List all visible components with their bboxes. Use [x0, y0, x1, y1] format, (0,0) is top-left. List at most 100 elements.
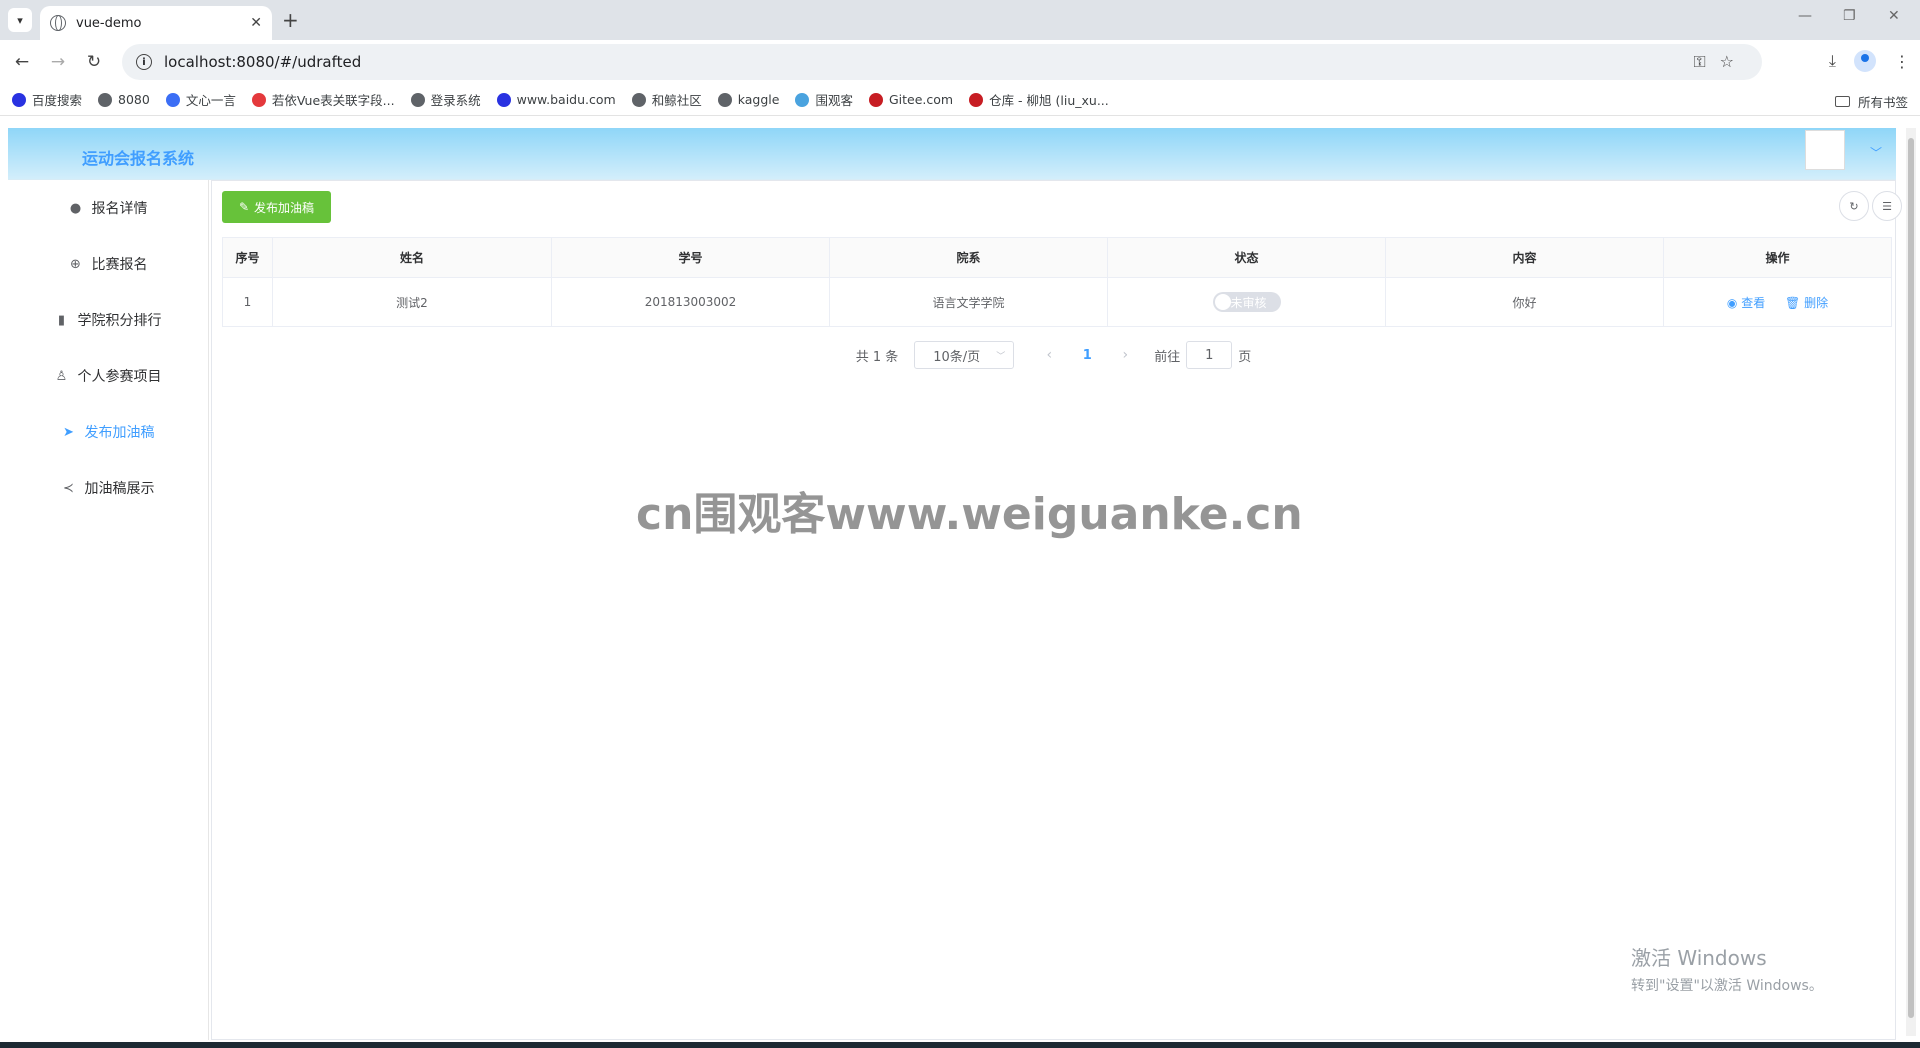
plus-circle-icon: ⊕	[70, 256, 81, 272]
bookmark-label: kaggle	[737, 92, 780, 107]
sidebar-item-label: 发布加油稿	[84, 425, 155, 441]
chevron-down-icon[interactable]: ﹀	[1870, 144, 1882, 161]
window-close-button[interactable]: ✕	[1888, 8, 1900, 24]
col-department: 院系	[829, 237, 1108, 278]
profile-avatar[interactable]	[1854, 50, 1876, 72]
delete-label: 删除	[1804, 295, 1829, 310]
bookmark-favicon-icon	[717, 92, 732, 107]
globe-icon	[50, 15, 66, 31]
bookmark-favicon-icon	[631, 92, 646, 107]
chevron-down-icon: ▾	[17, 13, 23, 27]
download-icon[interactable]: ⤓	[1829, 51, 1836, 71]
column-settings-button[interactable]: ☰	[1872, 191, 1902, 221]
col-name: 姓名	[272, 237, 552, 278]
app-title: 运动会报名系统	[82, 149, 195, 168]
eye-icon: ◉	[1726, 295, 1742, 310]
sidebar-item[interactable]: ⊕ 比赛报名	[8, 236, 208, 292]
view-label: 查看	[1741, 295, 1766, 310]
table-header-row: 序号 姓名 学号 院系 状态 内容 操作	[222, 237, 1892, 278]
publish-cheer-label: 发布加油稿	[254, 200, 315, 215]
publish-cheer-button[interactable]: ✎ 发布加油稿	[222, 191, 331, 223]
next-page-button[interactable]: ›	[1110, 347, 1140, 363]
bookmark-label: 百度搜索	[32, 93, 83, 108]
bulb-icon: ●	[69, 200, 82, 216]
omnibox-actions: ⚿☆	[1693, 52, 1748, 72]
bookmark-favicon-icon	[410, 92, 425, 107]
bookmark-label: 登录系统	[430, 93, 481, 108]
tab-title: vue-demo	[76, 15, 142, 31]
bookmark-item[interactable]: 仓库 - 柳旭 (liu_xu...	[969, 90, 1109, 109]
menu-kebab-icon[interactable]: ⋮	[1894, 52, 1910, 71]
page-scrollbar[interactable]	[1906, 128, 1916, 1036]
page-number-current[interactable]: 1	[1064, 348, 1110, 363]
site-watermark: cn围观客www.weiguanke.cn	[636, 489, 1303, 540]
key-icon[interactable]: ⚿	[1693, 52, 1719, 71]
user-avatar[interactable]	[1805, 130, 1845, 170]
bookmark-item[interactable]: 若依Vue表关联字段...	[251, 90, 395, 109]
user-icon: ♙	[55, 368, 68, 384]
sidebar-item[interactable]: ♙ 个人参赛项目	[8, 348, 208, 404]
bookmark-favicon-icon	[868, 92, 883, 107]
bookmark-item[interactable]: 和鲸社区	[631, 90, 702, 109]
pagination: 共 1 条 10条/页 ﹀ ‹ 1 › 前往 1 页	[212, 341, 1895, 369]
bookmark-item[interactable]: 登录系统	[410, 90, 481, 109]
goto-page-input[interactable]: 1	[1186, 341, 1233, 369]
cell-status: 未审核	[1107, 277, 1386, 327]
bookmark-item[interactable]: 8080	[98, 92, 150, 107]
all-bookmarks-label: 所有书签	[1857, 95, 1908, 110]
forward-button[interactable]: →	[40, 52, 76, 72]
sidebar-item[interactable]: ● 报名详情	[8, 180, 208, 236]
browser-tab[interactable]: vue-demo ✕	[40, 6, 272, 40]
new-tab-button[interactable]: +	[282, 8, 299, 32]
sidebar-item-label: 报名详情	[91, 201, 148, 217]
col-status: 状态	[1107, 237, 1386, 278]
bookmark-favicon-icon	[251, 92, 266, 107]
bookmark-item[interactable]: kaggle	[717, 92, 780, 107]
col-actions: 操作	[1663, 237, 1892, 278]
tab-close-button[interactable]: ✕	[250, 15, 262, 31]
activate-title: 激活 Windows	[1631, 946, 1767, 970]
sidebar-item[interactable]: ➤ 发布加油稿	[8, 404, 208, 460]
site-info-icon[interactable]: i	[136, 54, 152, 70]
page-size-select[interactable]: 10条/页 ﹀	[914, 341, 1015, 369]
bookmark-item[interactable]: 百度搜索	[12, 90, 82, 109]
restore-button[interactable]: ❐	[1843, 8, 1856, 24]
taskbar	[0, 1042, 1920, 1048]
delete-button[interactable]: 🗑 删除	[1785, 296, 1828, 310]
back-button[interactable]: ←	[4, 52, 40, 72]
view-button[interactable]: ◉ 查看	[1727, 296, 1765, 310]
table-row: 1 测试2 201813003002 语言文学学院 未审核 你好 ◉ 查看 🗑 …	[222, 277, 1892, 327]
status-switch[interactable]: 未审核	[1212, 292, 1281, 312]
bookmark-star-icon[interactable]: ☆	[1720, 52, 1748, 71]
bookmark-item[interactable]: 围观客	[795, 90, 853, 109]
bookmark-item[interactable]: Gitee.com	[868, 92, 953, 107]
refresh-button[interactable]: ↻	[1839, 191, 1869, 221]
bookmark-label: 若依Vue表关联字段...	[271, 93, 395, 108]
sidebar-item[interactable]: ▮ 学院积分排行	[8, 292, 208, 348]
chevron-down-icon: ﹀	[996, 351, 1006, 362]
col-index: 序号	[222, 237, 273, 278]
app-root: 运动会报名系统 ﹀ ● 报名详情 ⊕ 比赛报名 ▮ 学院积分排行 ♙ 个人参赛项目 ➤ 发布加油稿…	[8, 128, 1902, 1040]
col-student-id: 学号	[551, 237, 830, 278]
bookmark-favicon-icon	[496, 92, 511, 107]
browser-tabstrip: ▾ vue-demo ✕ + — ❐ ✕	[0, 0, 1920, 40]
all-bookmarks[interactable]: 所有书签	[1834, 92, 1908, 111]
trash-icon: 🗑	[1785, 295, 1805, 310]
tab-search-button[interactable]: ▾	[8, 8, 32, 32]
bookmark-label: 文心一言	[185, 93, 236, 108]
bookmark-favicon-icon	[165, 92, 180, 107]
cell-index: 1	[222, 277, 273, 327]
address-bar[interactable]: i localhost:8080/#/udrafted ⚿☆	[122, 44, 1762, 80]
prev-page-button[interactable]: ‹	[1034, 347, 1064, 363]
minimize-button[interactable]: —	[1798, 8, 1812, 24]
reload-button[interactable]: ↻	[76, 52, 112, 72]
sliders-icon: ☰	[1882, 199, 1892, 213]
edit-icon: ✎	[238, 200, 250, 214]
bookmark-item[interactable]: www.baidu.com	[496, 92, 616, 107]
scrollbar-thumb[interactable]	[1908, 138, 1914, 1018]
bookmark-item[interactable]: 文心一言	[165, 90, 236, 109]
sidebar-item[interactable]: ≺ 加油稿展示	[8, 460, 208, 516]
col-content: 内容	[1385, 237, 1664, 278]
bookmark-label: 仓库 - 柳旭 (liu_xu...	[989, 93, 1109, 108]
sidebar-item-label: 比赛报名	[91, 257, 148, 273]
